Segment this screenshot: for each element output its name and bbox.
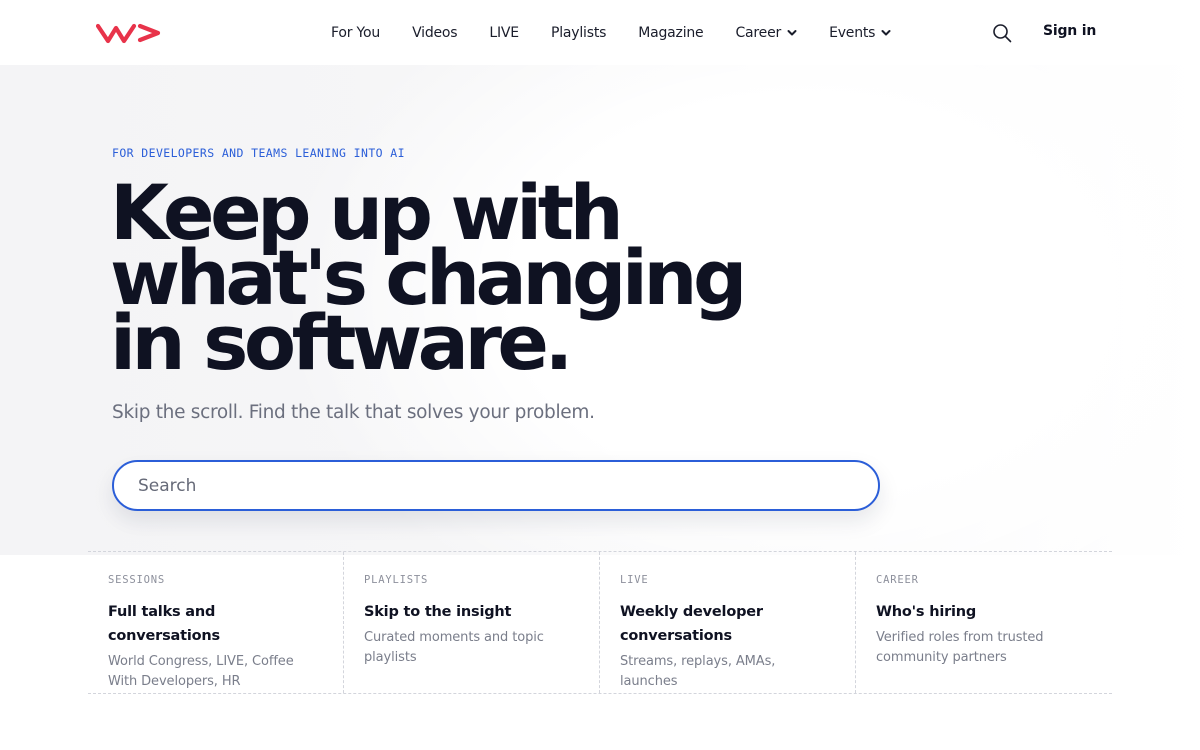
nav-item-live[interactable]: LIVE bbox=[489, 25, 519, 41]
site-header: For You Videos LIVE Playlists Magazine C… bbox=[0, 0, 1200, 65]
feature-card-playlists[interactable]: PLAYLISTS Skip to the insight Curated mo… bbox=[344, 552, 600, 693]
chevron-down-icon bbox=[787, 29, 797, 35]
search-input[interactable] bbox=[138, 475, 838, 496]
nav-item-label: Career bbox=[735, 24, 782, 41]
card-eyebrow: CAREER bbox=[876, 574, 919, 586]
card-description: Streams, replays, AMAs, launches bbox=[620, 654, 776, 689]
nav-item-videos[interactable]: Videos bbox=[412, 24, 458, 41]
card-title: Weekly developer conversations bbox=[620, 604, 763, 644]
nav-item-events[interactable]: Events bbox=[829, 25, 891, 41]
nav-item-label: Magazine bbox=[638, 24, 704, 41]
hero-headline: Keep up with what's changing in software… bbox=[110, 175, 910, 387]
hero-eyebrow: FOR DEVELOPERS AND TEAMS LEANING INTO AI bbox=[112, 146, 405, 160]
card-title: Skip to the insight bbox=[364, 604, 512, 620]
nav-item-label: LIVE bbox=[489, 24, 519, 41]
card-description: World Congress, LIVE, Coffee With Develo… bbox=[108, 654, 294, 689]
nav-item-label: Events bbox=[829, 24, 876, 41]
chevron-down-icon bbox=[881, 29, 891, 35]
feature-card-career[interactable]: CAREER Who's hiring Verified roles from … bbox=[856, 552, 1112, 693]
feature-card-sessions[interactable]: SESSIONS Full talks and conversations Wo… bbox=[88, 552, 344, 693]
brand-logo-icon[interactable] bbox=[96, 22, 162, 44]
feature-card-live[interactable]: LIVE Weekly developer conversations Stre… bbox=[600, 552, 856, 693]
nav-item-label: For You bbox=[331, 24, 381, 41]
hero-subhead: Skip the scroll. Find the talk that solv… bbox=[112, 402, 595, 423]
nav-item-label: Playlists bbox=[550, 24, 607, 41]
hero-search-box[interactable] bbox=[112, 460, 880, 511]
nav-item-label: Videos bbox=[412, 24, 458, 41]
nav-item-career[interactable]: Career bbox=[735, 25, 797, 41]
card-description: Curated moments and topic playlists bbox=[364, 630, 544, 665]
nav-item-for-you[interactable]: For You bbox=[331, 25, 380, 41]
nav-item-playlists[interactable]: Playlists bbox=[551, 25, 606, 41]
headline-line: in software. bbox=[110, 298, 573, 387]
feature-cards: SESSIONS Full talks and conversations Wo… bbox=[88, 551, 1112, 694]
card-description: Verified roles from trusted community pa… bbox=[876, 630, 1044, 665]
sign-in-button[interactable]: Sign in bbox=[1043, 23, 1096, 39]
card-eyebrow: PLAYLISTS bbox=[364, 574, 429, 586]
card-eyebrow: SESSIONS bbox=[108, 574, 165, 586]
search-icon[interactable] bbox=[992, 23, 1012, 43]
card-title: Full talks and conversations bbox=[108, 604, 220, 644]
nav-item-magazine[interactable]: Magazine bbox=[638, 25, 703, 41]
card-title: Who's hiring bbox=[876, 604, 977, 620]
card-eyebrow: LIVE bbox=[620, 574, 649, 586]
main-nav: For You Videos LIVE Playlists Magazine C… bbox=[331, 0, 923, 65]
